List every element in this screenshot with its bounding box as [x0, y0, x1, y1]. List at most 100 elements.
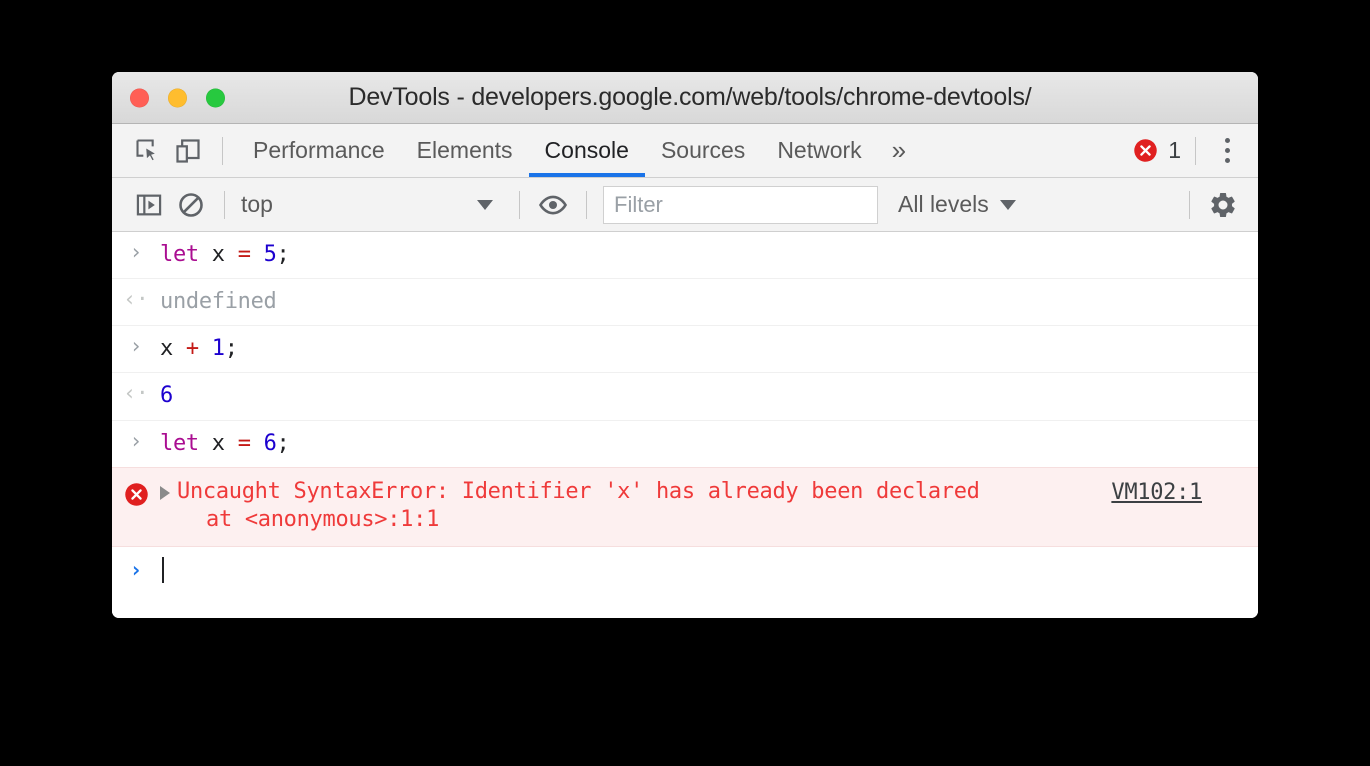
- input-chevron-gutter: ›: [112, 430, 160, 452]
- error-message-body: Uncaught SyntaxError: Identifier 'x' has…: [177, 478, 980, 534]
- tabbar-divider: [222, 136, 223, 165]
- expand-error-triangle-icon[interactable]: [160, 485, 170, 500]
- execution-context-select[interactable]: top: [237, 191, 507, 218]
- more-tabs-icon[interactable]: »: [878, 124, 920, 177]
- console-error-row[interactable]: Uncaught SyntaxError: Identifier 'x' has…: [112, 466, 1258, 548]
- filter-placeholder: Filter: [614, 191, 663, 217]
- error-circle-icon: [124, 483, 148, 506]
- tabbar-right-controls: 1: [1132, 124, 1244, 177]
- traffic-lights: [130, 88, 225, 107]
- panel-tabs: Performance Elements Console Sources Net…: [237, 124, 920, 177]
- tab-label: Performance: [253, 137, 385, 163]
- input-chevron-gutter: ›: [112, 335, 160, 357]
- window-titlebar: DevTools - developers.google.com/web/too…: [112, 72, 1258, 124]
- close-window-button[interactable]: [130, 88, 149, 107]
- console-sidebar-toggle-icon[interactable]: [128, 184, 170, 226]
- input-chevron-gutter: ›: [112, 241, 160, 263]
- output-chevron-gutter: ‹·: [112, 288, 160, 310]
- prompt-chevron-icon: ›: [129, 558, 143, 583]
- console-input-row[interactable]: › x + 1;: [112, 326, 1258, 374]
- token-number: 6: [263, 430, 277, 456]
- error-count-badge[interactable]: 1: [1132, 137, 1181, 164]
- filter-input[interactable]: Filter: [603, 185, 878, 224]
- tab-label: Network: [777, 137, 862, 163]
- error-icon-cell: [112, 478, 160, 508]
- token-number: 1: [211, 336, 225, 362]
- console-toolbar: top Filter All levels: [112, 178, 1258, 232]
- console-toolbar-divider-3: [586, 190, 587, 219]
- console-toolbar-divider-2: [519, 190, 520, 219]
- devtools-window: DevTools - developers.google.com/web/too…: [112, 72, 1258, 618]
- maximize-window-button[interactable]: [206, 88, 225, 107]
- error-message-line-2: at <anonymous>:1:1: [206, 506, 440, 532]
- clear-console-icon[interactable]: [170, 184, 212, 226]
- output-chevron-icon: ‹·: [123, 381, 149, 406]
- token-identifier: x: [198, 430, 238, 456]
- live-expression-eye-icon[interactable]: [532, 184, 574, 226]
- error-message-line-1: Uncaught SyntaxError: Identifier 'x' has…: [177, 478, 980, 504]
- error-count-label: 1: [1168, 137, 1181, 163]
- token-operator: =: [237, 242, 251, 267]
- tab-label: Elements: [416, 137, 513, 163]
- token-operator: +: [185, 336, 199, 362]
- token-punctuation: ;: [224, 336, 238, 362]
- overflow-chevron-label: »: [891, 135, 907, 165]
- console-output-row[interactable]: ‹· 6: [112, 373, 1258, 421]
- tab-sources[interactable]: Sources: [645, 124, 761, 177]
- chevron-down-icon: [477, 199, 493, 210]
- tab-label: Console: [544, 137, 629, 163]
- token-keyword: let: [160, 430, 199, 456]
- more-options-icon[interactable]: [1210, 131, 1244, 171]
- chevron-down-icon: [999, 199, 1016, 210]
- token-keyword: let: [160, 242, 199, 267]
- inspect-element-icon[interactable]: [128, 131, 168, 171]
- tabbar-right-divider: [1195, 136, 1196, 165]
- input-chevron-icon: ›: [129, 428, 143, 453]
- token-punctuation: ;: [276, 242, 290, 267]
- prompt-chevron-gutter: ›: [112, 559, 160, 581]
- console-prompt-row[interactable]: ›: [112, 547, 1258, 593]
- window-title: DevTools - developers.google.com/web/too…: [348, 83, 1032, 111]
- console-toolbar-divider-1: [224, 190, 225, 219]
- log-level-select[interactable]: All levels: [898, 191, 1016, 218]
- output-chevron-gutter: ‹·: [112, 382, 160, 404]
- console-settings-gear-icon[interactable]: [1202, 184, 1244, 226]
- console-input-text: x + 1;: [160, 335, 238, 363]
- output-chevron-icon: ‹·: [123, 287, 149, 312]
- input-chevron-icon: ›: [129, 334, 143, 359]
- tab-performance[interactable]: Performance: [237, 124, 401, 177]
- token-number: 6: [160, 383, 173, 409]
- token-identifier: x: [160, 336, 186, 362]
- input-chevron-icon: ›: [129, 240, 143, 264]
- console-output-text: 6: [160, 382, 173, 410]
- text-caret: [162, 557, 164, 584]
- log-level-label: All levels: [898, 191, 989, 217]
- token-number: 5: [263, 242, 277, 267]
- console-input-row[interactable]: › let x = 5;: [112, 232, 1258, 280]
- tab-network[interactable]: Network: [761, 124, 877, 177]
- tab-label: Sources: [660, 137, 746, 163]
- console-input-text: let x = 5;: [160, 241, 290, 269]
- device-toolbar-icon[interactable]: [168, 131, 208, 171]
- execution-context-label: top: [241, 191, 273, 217]
- tab-console[interactable]: Console: [528, 124, 646, 177]
- devtools-tabbar: Performance Elements Console Sources Net…: [112, 124, 1258, 178]
- token-punctuation: ;: [276, 430, 290, 456]
- console-output-text: undefined: [160, 288, 277, 316]
- console-toolbar-divider-4: [1189, 190, 1190, 219]
- tab-elements[interactable]: Elements: [401, 124, 529, 177]
- error-circle-icon: [1134, 139, 1157, 162]
- token-undefined: undefined: [160, 289, 277, 315]
- console-toolbar-right: [1177, 178, 1244, 231]
- token-identifier: x: [198, 242, 238, 267]
- console-message-list[interactable]: › let x = 5; ‹· undefined › x + 1; ‹· 6: [112, 232, 1258, 618]
- console-input-row[interactable]: › let x = 6;: [112, 421, 1258, 467]
- error-source-link[interactable]: VM102:1: [1111, 480, 1202, 505]
- console-output-row[interactable]: ‹· undefined: [112, 279, 1258, 327]
- console-input-text: let x = 6;: [160, 430, 290, 458]
- minimize-window-button[interactable]: [168, 88, 187, 107]
- token-operator: =: [237, 430, 251, 456]
